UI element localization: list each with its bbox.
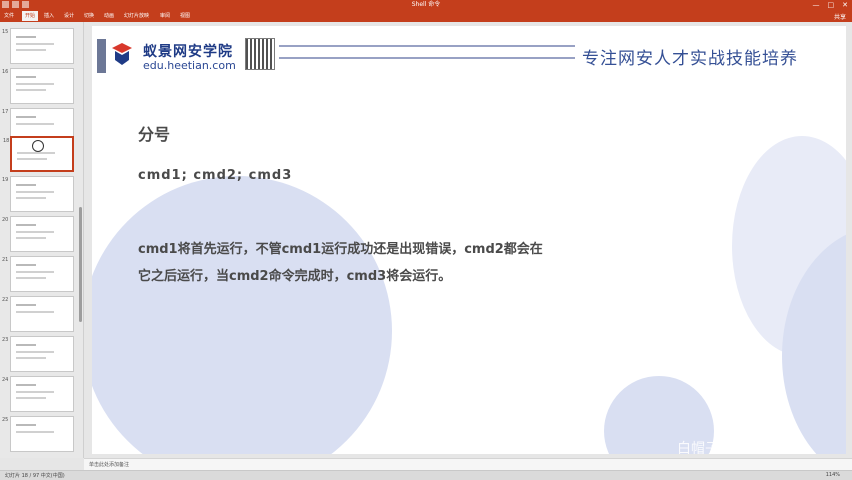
decor-circle bbox=[92, 176, 392, 454]
slide-thumbnail[interactable]: 21 bbox=[2, 256, 74, 292]
command-syntax[interactable]: cmd1; cmd2; cmd3 bbox=[138, 168, 292, 183]
slide-thumbnail[interactable]: 23 bbox=[2, 336, 74, 372]
logo-title: 蚁景网安学院 bbox=[143, 44, 233, 60]
share-button[interactable]: 共享 bbox=[834, 12, 846, 21]
tab-design[interactable]: 设计 bbox=[64, 12, 74, 20]
paragraph-line: cmd1将首先运行，不管cmd1运行成功还是出现错误，cmd2都会在 bbox=[138, 242, 543, 257]
notes-pane[interactable]: 单击此处添加备注 bbox=[84, 458, 852, 470]
slide-thumbnail[interactable]: 25 bbox=[2, 416, 74, 452]
slide-thumbnail[interactable]: 15 bbox=[2, 28, 74, 64]
tab-insert[interactable]: 插入 bbox=[44, 12, 54, 20]
qr-code-icon bbox=[245, 38, 275, 70]
slide-heading[interactable]: 分号 bbox=[138, 121, 170, 145]
header-line bbox=[279, 57, 575, 59]
logo-url: edu.heetian.com bbox=[143, 59, 236, 72]
slogan: 专注网安人才实战技能培养 bbox=[582, 49, 798, 69]
window-title: Shell 命令 bbox=[411, 1, 441, 8]
maximize-button[interactable]: □ bbox=[828, 1, 835, 9]
slide-thumbnail[interactable]: 24 bbox=[2, 376, 74, 412]
title-bar: Shell 命令 — □ ✕ bbox=[0, 0, 852, 10]
tab-review[interactable]: 审阅 bbox=[160, 12, 170, 20]
tab-home[interactable]: 开始 bbox=[22, 11, 39, 21]
paragraph-line: 它之后运行，当cmd2命令完成时，cmd3将会运行。 bbox=[138, 269, 452, 284]
slide-thumbnail-pane[interactable]: 15 16 17 18 19 20 21 22 23 24 25 bbox=[0, 22, 84, 458]
zoom-level[interactable]: 114% bbox=[826, 472, 840, 478]
ribbon-tabs: 文件 开始 插入 设计 切换 动画 幻灯片放映 审阅 视图 共享 bbox=[0, 10, 852, 22]
slide-thumbnail[interactable]: 19 bbox=[2, 176, 74, 212]
header-accent-bar bbox=[97, 39, 106, 73]
tab-animations[interactable]: 动画 bbox=[104, 12, 114, 20]
header-line bbox=[279, 45, 575, 47]
status-bar: 幻灯片 18 / 97 中文(中国) 114% bbox=[0, 470, 852, 480]
slide-thumbnail[interactable]: 16 bbox=[2, 68, 74, 104]
tab-slideshow[interactable]: 幻灯片放映 bbox=[124, 12, 149, 20]
tab-view[interactable]: 视图 bbox=[180, 12, 190, 20]
watermark: 白帽子 攻防 @ 小学 bbox=[677, 441, 803, 454]
graduation-cap-icon bbox=[112, 43, 132, 65]
slide-thumbnail[interactable]: 20 bbox=[2, 216, 74, 252]
window-controls: — □ ✕ bbox=[813, 1, 849, 9]
slide-canvas[interactable]: 蚁景网安学院 edu.heetian.com 专注网安人才实战技能培养 分号 c… bbox=[92, 26, 846, 454]
slide-counter: 幻灯片 18 / 97 中文(中国) bbox=[5, 473, 65, 479]
tab-file[interactable]: 文件 bbox=[4, 12, 14, 20]
slide-paragraph[interactable]: cmd1将首先运行，不管cmd1运行成功还是出现错误，cmd2都会在 它之后运行… bbox=[138, 236, 618, 290]
cursor-ring-icon bbox=[32, 140, 44, 152]
tab-transitions[interactable]: 切换 bbox=[84, 12, 94, 20]
slide-thumbnail[interactable]: 22 bbox=[2, 296, 74, 332]
close-button[interactable]: ✕ bbox=[842, 1, 848, 9]
slide-thumbnail-selected[interactable]: 18 bbox=[3, 136, 74, 172]
minimize-button[interactable]: — bbox=[813, 1, 820, 9]
notes-placeholder: 单击此处添加备注 bbox=[89, 462, 130, 468]
thumbnail-scrollbar[interactable] bbox=[79, 207, 82, 322]
